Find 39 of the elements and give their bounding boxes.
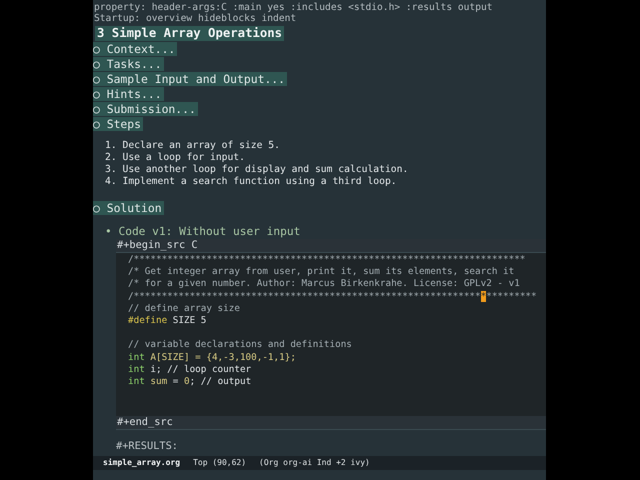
code-text: /* for a given number. Author: Marcus Birkenkrahe. License: GPLv2 - v1 [128,278,520,290]
code-text: #define [128,314,168,326]
org-heading[interactable]: ○ Solution [93,200,164,215]
buffer-name: simple_array.org [103,458,180,468]
code-text: // define array size [128,302,240,314]
code-text: /************************************************************** [128,290,481,302]
code-text: 0 [184,376,190,387]
code-text: ********* [486,290,537,302]
code-text: int [128,352,146,362]
code-text: /* Get integer array from user, print it, sum its elements, search it [128,266,514,278]
step-text: 3. Use another loop for display and sum calculation. [105,164,410,176]
code-text: int [128,364,145,375]
code-text: /********************************************************************** [128,254,526,265]
code-text: = [172,376,180,387]
code-text: i; // loop counter [149,364,252,375]
code-block[interactable] [116,253,546,416]
text-cursor: * [480,290,486,302]
mode-list: (Org org-ai Ind +2 ivy) [259,458,370,468]
org-heading[interactable]: ○ Hints... [93,86,164,101]
results-keyword: #+RESULTS: [116,440,179,454]
org-heading[interactable]: ○ Submission... [93,102,198,116]
code-text: A[SIZE] = {4,-3,100,-1,1}; [150,352,296,362]
step-text: 2. Use a loop for input. [105,152,246,164]
org-heading[interactable]: ○ Sample Input and Output... [93,72,288,86]
org-subheading[interactable]: • Code v1: Without user input [105,225,546,239]
code-text: sum [150,376,168,387]
org-keyword-line: property: header-args:C :main yes :includes <stdio.h> :results output [93,2,494,13]
org-heading[interactable]: ○ Steps [93,116,144,131]
code-text: int [128,376,146,387]
org-title-heading[interactable]: 3 Simple Array Operations [95,26,284,41]
code-text: ; // output [190,376,252,387]
org-keyword-line: Startup: overview hideblocks indent [93,13,298,24]
code-text: SIZE 5 [172,314,206,326]
code-text: // variable declarations and definitions [128,339,352,350]
step-text: 4. Implement a search function using a third loop. [105,176,398,188]
cursor-position: Top (90,62) [193,458,246,468]
step-text: 1. Declare an array of size 5. [105,140,281,152]
org-heading[interactable]: ○ Tasks... [93,56,164,71]
org-heading[interactable]: ○ Context... [93,42,178,56]
